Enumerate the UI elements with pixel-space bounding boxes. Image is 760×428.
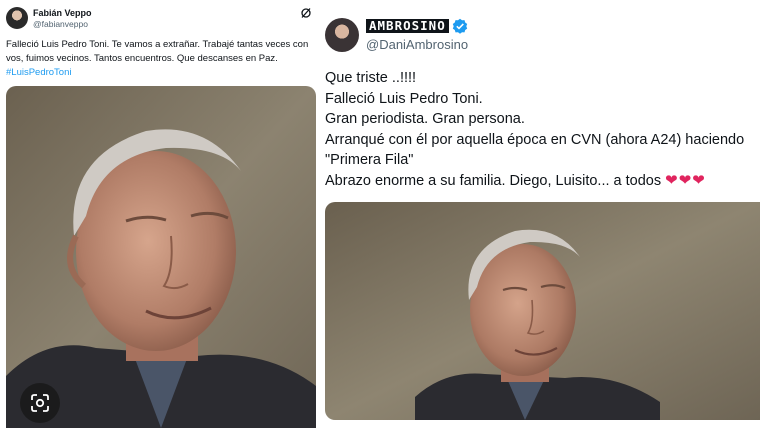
- google-lens-button[interactable]: [20, 383, 60, 423]
- author-handle[interactable]: @DaniAmbrosino: [366, 37, 468, 52]
- right-tweet: AMBROSINO @DaniAmbrosino Que triste ..!!…: [318, 0, 760, 428]
- heart-emoji-icons: ❤❤❤: [665, 171, 706, 189]
- tweet-photo[interactable]: [6, 86, 316, 428]
- author-name[interactable]: Fabián Veppo: [33, 8, 92, 18]
- tweet-line: "Primera Fila": [325, 152, 414, 168]
- tweet-line-last: Abrazo enorme a su familia. Diego, Luisi…: [325, 171, 760, 192]
- tweet-line: Arranqué con él por aquella época en CVN…: [325, 131, 745, 148]
- tweet-text: Que triste ..!!!! Falleció Luis Pedro To…: [325, 68, 760, 191]
- hashtag-link[interactable]: #LuisPedroToni: [6, 67, 72, 78]
- left-tweet: Fabián Veppo @fabianveppo Falleció Luis …: [0, 0, 318, 428]
- tweet-line: Gran periodista. Gran persona.: [325, 111, 525, 127]
- google-lens-icon: [31, 394, 49, 412]
- tweet-text: Falleció Luis Pedro Toni. Te vamos a ext…: [6, 38, 316, 80]
- grok-icon[interactable]: [300, 7, 312, 19]
- tweet-line: Que triste ..!!!!: [325, 70, 417, 86]
- tweet-line: Abrazo enorme a su familia. Diego, Luisi…: [325, 172, 662, 189]
- tweet-photo[interactable]: [325, 202, 760, 420]
- author-avatar[interactable]: [325, 18, 359, 52]
- author-name[interactable]: AMBROSINO: [366, 19, 449, 33]
- tweet-body: Falleció Luis Pedro Toni. Te vamos a ext…: [6, 39, 309, 64]
- tweet-line: Falleció Luis Pedro Toni.: [325, 90, 483, 107]
- verified-badge-icon: [452, 18, 468, 34]
- author-avatar[interactable]: [6, 7, 28, 29]
- author-handle[interactable]: @fabianveppo: [33, 19, 88, 29]
